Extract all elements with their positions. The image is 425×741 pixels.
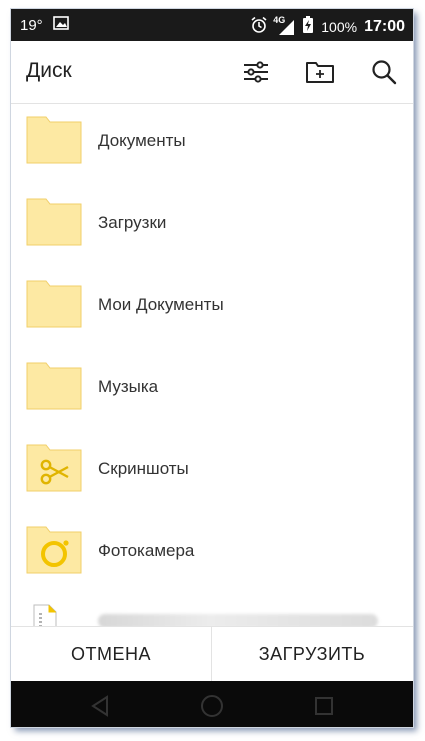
recents-icon[interactable] xyxy=(313,695,335,717)
status-bar: 19° 4G 100% 17:00 xyxy=(11,9,413,41)
battery-charging-icon xyxy=(302,16,314,38)
folder-icon xyxy=(26,116,82,164)
network-type: 4G xyxy=(273,15,286,25)
status-right: 4G 100% 17:00 xyxy=(250,15,405,38)
folder-icon xyxy=(26,198,82,246)
clock: 17:00 xyxy=(364,18,405,35)
new-folder-button[interactable] xyxy=(303,55,337,89)
bottom-action-bar: ОТМЕНА ЗАГРУЗИТЬ xyxy=(11,626,413,682)
search-button[interactable] xyxy=(367,55,401,89)
list-item-screenshots[interactable]: Скриншоты xyxy=(11,432,413,514)
status-left: 19° xyxy=(20,16,69,34)
new-folder-icon xyxy=(306,62,334,83)
search-icon xyxy=(372,60,397,85)
folder-icon xyxy=(26,280,82,328)
folder-name: Документы xyxy=(98,131,186,150)
list-item-camera[interactable]: Фотокамера xyxy=(11,514,413,596)
list-item-downloads[interactable]: Загрузки xyxy=(11,186,413,268)
list-item-documents[interactable]: Документы xyxy=(11,104,413,186)
home-icon[interactable] xyxy=(199,693,225,719)
app-window: 19° 4G 100% 17:00 Диск Документы Загрузк… xyxy=(11,9,413,727)
folder-list: Документы Загрузки Мои Документы Музыка xyxy=(11,104,413,626)
image-notification-icon xyxy=(52,16,69,34)
app-bar: Диск xyxy=(11,41,413,104)
cancel-button[interactable]: ОТМЕНА xyxy=(11,627,211,682)
weather-temperature: 19° xyxy=(20,16,43,34)
page-title: Диск xyxy=(26,59,72,82)
list-item-music[interactable]: Музыка xyxy=(11,350,413,432)
archive-file-icon xyxy=(33,604,57,626)
settings-sliders-icon xyxy=(244,61,268,83)
screenshots-folder-icon xyxy=(26,444,82,492)
camera-folder-icon xyxy=(26,526,82,574)
system-nav-bar xyxy=(11,681,413,727)
upload-button[interactable]: ЗАГРУЗИТЬ xyxy=(212,627,412,682)
list-item-file[interactable] xyxy=(11,596,413,626)
folder-name: Музыка xyxy=(98,377,159,396)
blurred-file-name xyxy=(98,614,378,626)
back-icon[interactable] xyxy=(89,695,111,717)
signal-4g-icon: 4G xyxy=(273,15,295,36)
list-item-my-documents[interactable]: Мои Документы xyxy=(11,268,413,350)
folder-name: Скриншоты xyxy=(98,459,189,478)
folder-name: Мои Документы xyxy=(98,295,224,314)
filter-settings-button[interactable] xyxy=(239,55,273,89)
folder-name: Загрузки xyxy=(98,213,167,232)
folder-icon xyxy=(26,362,82,410)
battery-percent: 100% xyxy=(321,19,358,35)
alarm-icon xyxy=(250,16,268,38)
folder-name: Фотокамера xyxy=(98,541,195,560)
